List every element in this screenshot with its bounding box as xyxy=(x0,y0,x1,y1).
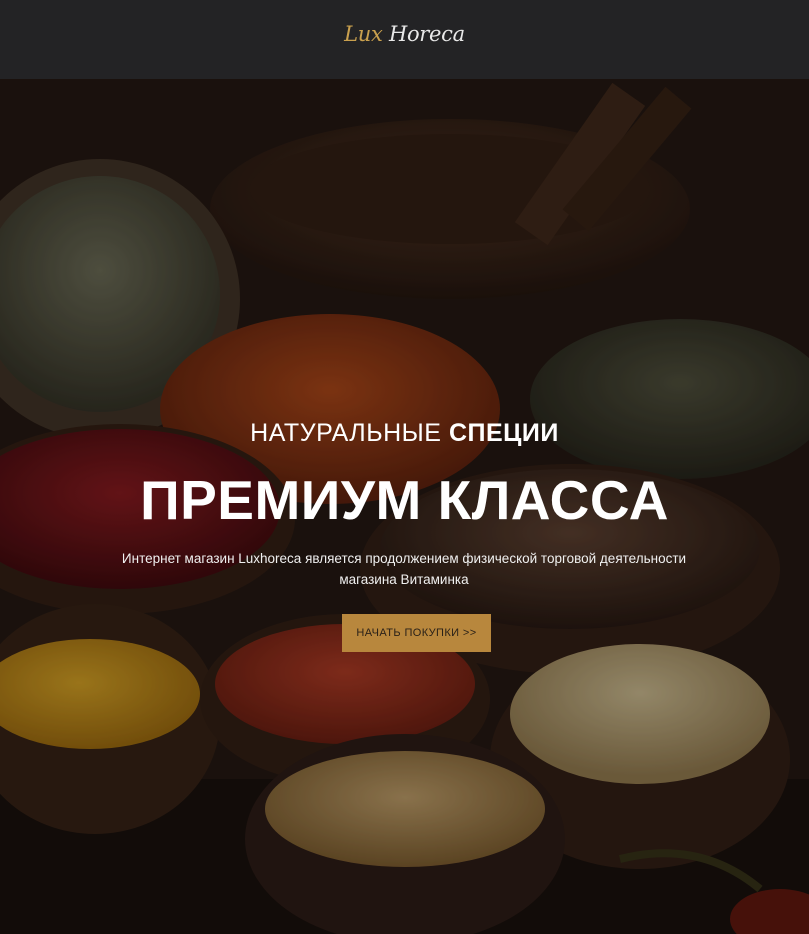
start-shopping-button[interactable]: НАЧАТЬ ПОКУПКИ >> xyxy=(342,614,491,652)
hero-subtitle-light: НАТУРАЛЬНЫЕ xyxy=(250,419,442,447)
hero-subtitle: НАТУРАЛЬНЫЕ СПЕЦИИ xyxy=(0,419,809,448)
page: Lux Horeca НАТУРАЛЬНЫЕ СПЕЦИИ ПРЕМИУМ КЛ… xyxy=(0,0,809,934)
logo-word-horeca: Horeca xyxy=(388,22,465,46)
hero-banner: НАТУРАЛЬНЫЕ СПЕЦИИ ПРЕМИУМ КЛАССА Интерн… xyxy=(0,79,809,934)
hero-subtitle-bold: СПЕЦИИ xyxy=(448,419,559,447)
site-header: Lux Horeca xyxy=(0,0,809,79)
logo-word-lux: Lux xyxy=(344,22,383,46)
site-logo[interactable]: Lux Horeca xyxy=(0,22,809,46)
hero-title: ПРЕМИУМ КЛАССА xyxy=(140,469,669,531)
hero-description: Интернет магазин Luxhoreca является прод… xyxy=(121,551,687,587)
